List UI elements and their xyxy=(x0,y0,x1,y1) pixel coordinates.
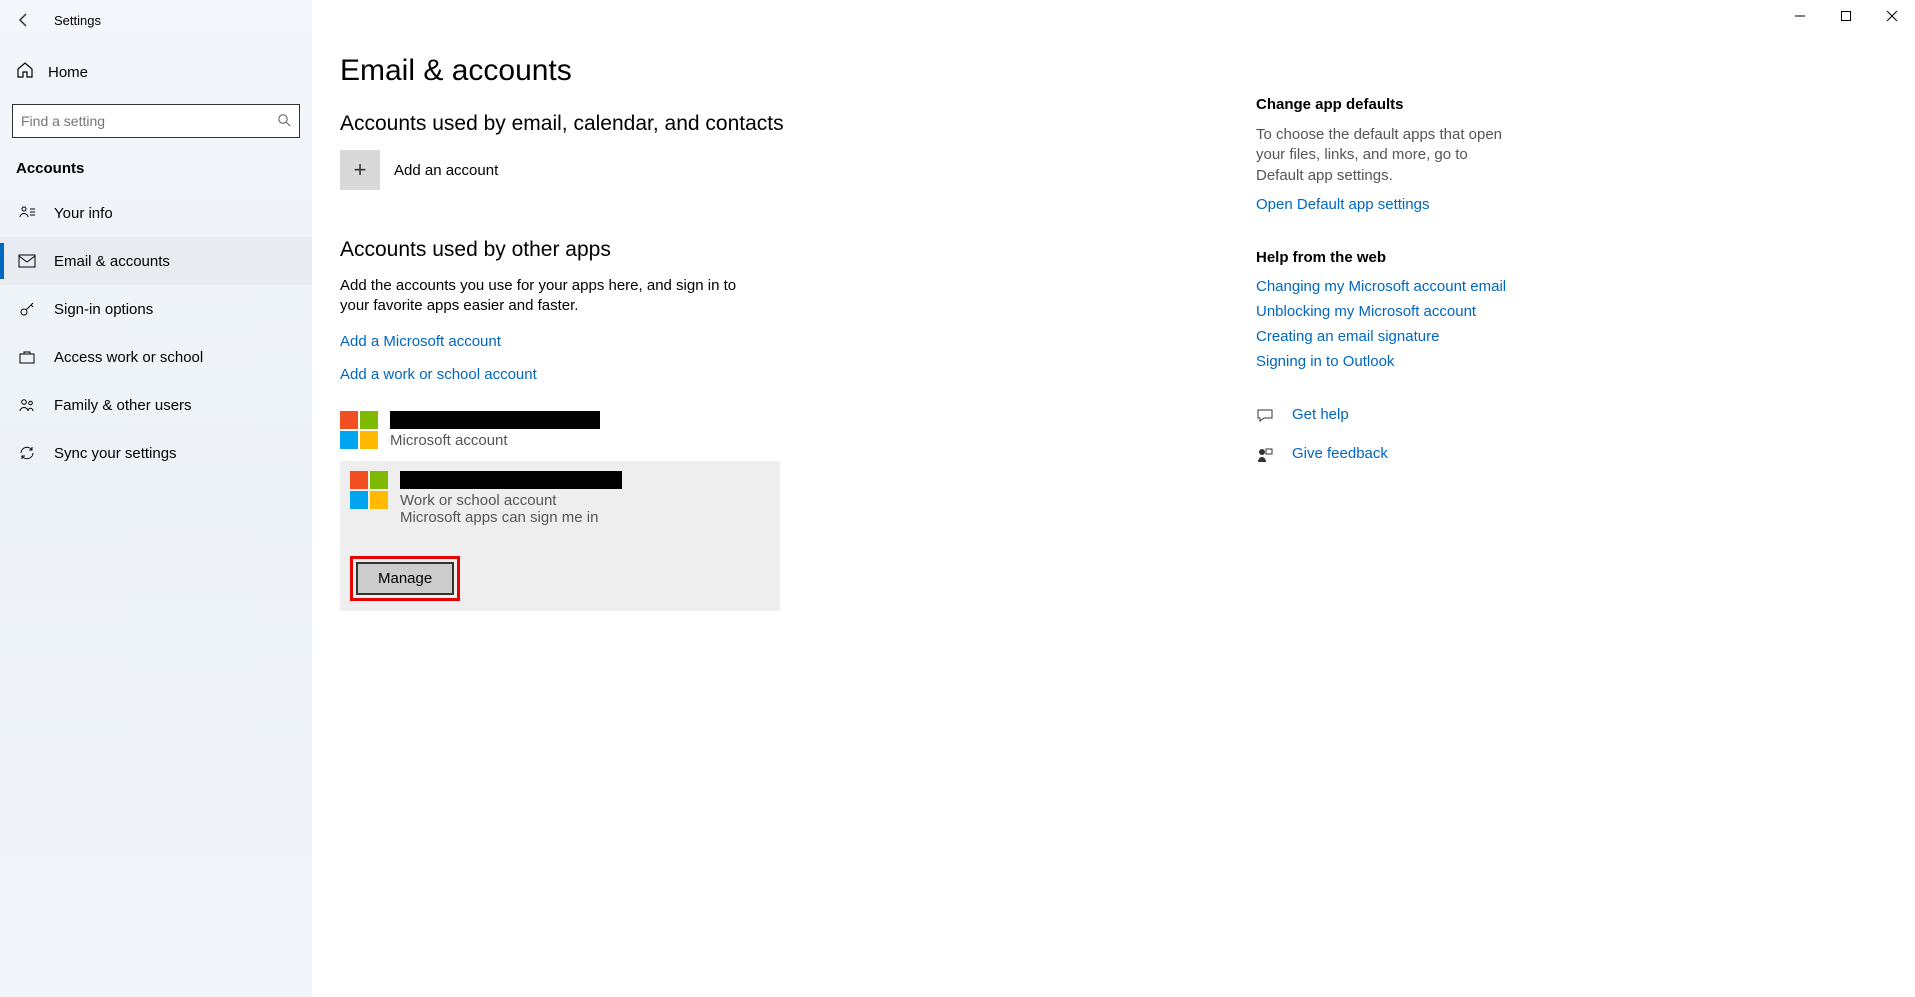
highlight-frame: Manage xyxy=(350,556,460,601)
back-button[interactable] xyxy=(0,0,48,40)
sidebar-item-work-school[interactable]: Access work or school xyxy=(0,333,312,381)
account-type-label: Work or school account xyxy=(400,492,622,509)
rail-help-title: Help from the web xyxy=(1256,249,1516,266)
key-icon xyxy=(18,300,36,318)
search-box[interactable] xyxy=(12,104,300,138)
plus-icon: + xyxy=(340,150,380,190)
sidebar-item-label: Sync your settings xyxy=(54,445,177,462)
window-title: Settings xyxy=(48,13,101,28)
feedback-icon xyxy=(1256,446,1276,469)
account-type-label: Microsoft account xyxy=(390,432,780,449)
main-content: Email & accounts Accounts used by email,… xyxy=(340,48,1915,997)
sidebar-section-label: Accounts xyxy=(0,156,312,189)
microsoft-logo-icon xyxy=(340,411,378,449)
sidebar-item-label: Sign-in options xyxy=(54,301,153,318)
sidebar-item-label: Access work or school xyxy=(54,349,203,366)
people-icon xyxy=(18,396,36,414)
give-feedback-link[interactable]: Give feedback xyxy=(1292,445,1388,462)
sidebar-item-label: Email & accounts xyxy=(54,253,170,270)
help-link[interactable]: Creating an email signature xyxy=(1256,328,1516,345)
help-link[interactable]: Changing my Microsoft account email xyxy=(1256,278,1516,295)
help-link[interactable]: Unblocking my Microsoft account xyxy=(1256,303,1516,320)
page-title: Email & accounts xyxy=(340,54,1915,88)
account-email-redacted xyxy=(400,471,622,489)
sidebar: Home Accounts Your info Email & accounts… xyxy=(0,0,312,997)
sidebar-item-label: Family & other users xyxy=(54,397,192,414)
help-link[interactable]: Signing in to Outlook xyxy=(1256,353,1516,370)
account-signin-status: Microsoft apps can sign me in xyxy=(400,509,622,526)
sync-icon xyxy=(18,444,36,462)
get-help-row[interactable]: Get help xyxy=(1256,406,1516,431)
open-default-apps-link[interactable]: Open Default app settings xyxy=(1256,196,1516,213)
add-ms-account-link[interactable]: Add a Microsoft account xyxy=(340,333,501,350)
titlebar: Settings xyxy=(0,0,1915,40)
sidebar-item-label: Your info xyxy=(54,205,113,222)
microsoft-logo-icon xyxy=(350,471,388,509)
section1-title: Accounts used by email, calendar, and co… xyxy=(340,112,1915,136)
chat-icon xyxy=(1256,407,1276,430)
search-wrap xyxy=(12,104,300,138)
minimize-button[interactable] xyxy=(1777,0,1823,32)
home-icon xyxy=(16,61,34,83)
sidebar-item-email-accounts[interactable]: Email & accounts xyxy=(0,237,312,285)
give-feedback-row[interactable]: Give feedback xyxy=(1256,445,1516,470)
person-icon xyxy=(18,204,36,222)
section2-desc: Add the accounts you use for your apps h… xyxy=(340,276,760,317)
get-help-link[interactable]: Get help xyxy=(1292,406,1349,423)
mail-icon xyxy=(18,252,36,270)
sidebar-item-your-info[interactable]: Your info xyxy=(0,189,312,237)
right-rail: Change app defaults To choose the defaul… xyxy=(1256,96,1516,484)
account-email-redacted xyxy=(390,411,600,429)
home-nav[interactable]: Home xyxy=(0,48,312,96)
sidebar-item-sync[interactable]: Sync your settings xyxy=(0,429,312,477)
sidebar-item-signin-options[interactable]: Sign-in options xyxy=(0,285,312,333)
sidebar-item-family[interactable]: Family & other users xyxy=(0,381,312,429)
home-label: Home xyxy=(48,64,88,81)
rail-defaults-body: To choose the default apps that open you… xyxy=(1256,125,1516,186)
maximize-button[interactable] xyxy=(1823,0,1869,32)
account-row-work[interactable]: Work or school account Microsoft apps ca… xyxy=(340,461,780,611)
search-input[interactable] xyxy=(21,113,277,129)
account-row-ms[interactable]: Microsoft account xyxy=(340,405,780,455)
rail-defaults-title: Change app defaults xyxy=(1256,96,1516,113)
add-account-label: Add an account xyxy=(394,162,498,179)
search-icon xyxy=(277,113,291,130)
add-account-button[interactable]: + Add an account xyxy=(340,150,1915,190)
add-work-account-link[interactable]: Add a work or school account xyxy=(340,366,537,383)
manage-button[interactable]: Manage xyxy=(356,562,454,595)
briefcase-icon xyxy=(18,348,36,366)
close-button[interactable] xyxy=(1869,0,1915,32)
section2-title: Accounts used by other apps xyxy=(340,238,1915,262)
